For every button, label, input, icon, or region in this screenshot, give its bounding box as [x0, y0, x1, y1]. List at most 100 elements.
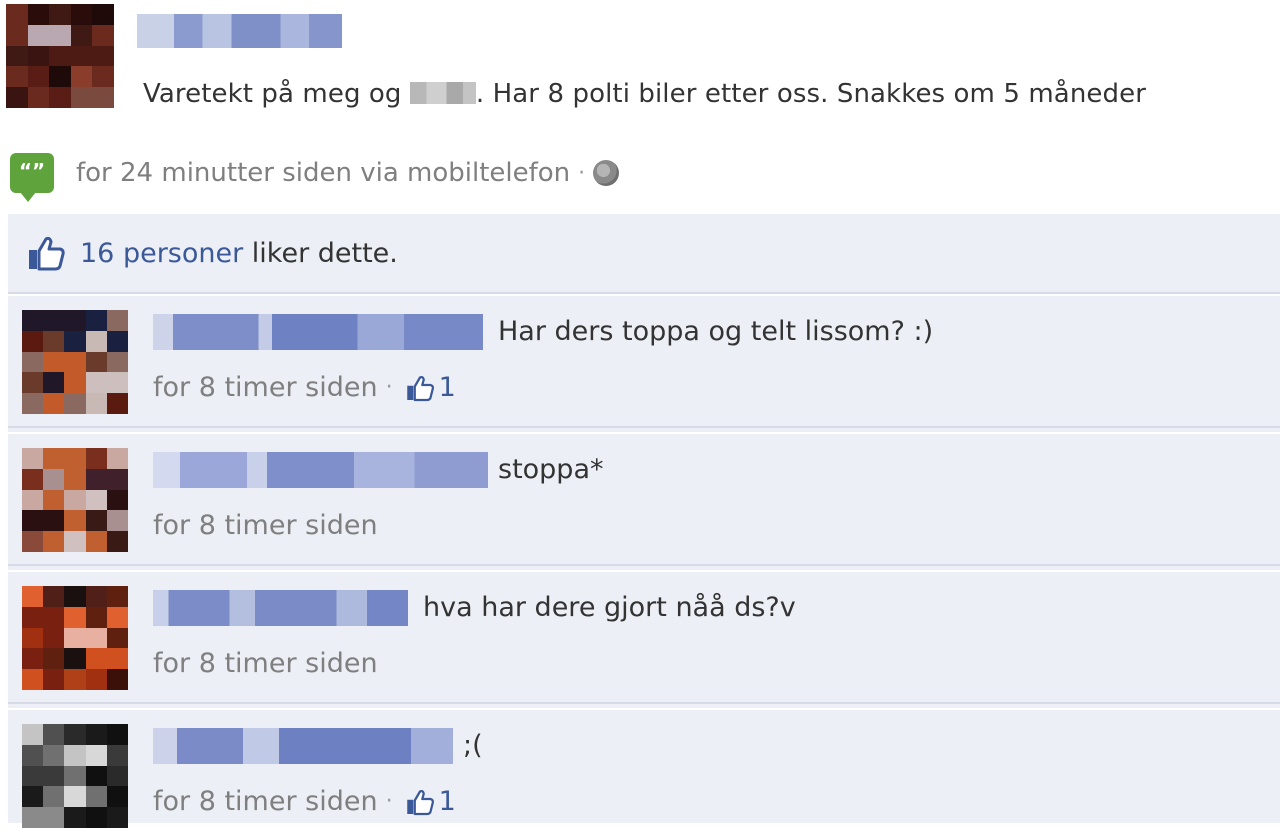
- avatar-pixel: [106, 765, 128, 787]
- avatar-pixel: [106, 786, 128, 808]
- avatar-pixel: [6, 24, 28, 46]
- avatar-pixel: [64, 489, 86, 511]
- avatar-pixel: [85, 531, 107, 552]
- tagged-name-blurred[interactable]: [409, 82, 476, 104]
- avatar-pixel: [43, 669, 65, 690]
- avatar-pixel: [22, 627, 44, 649]
- avatar-pixel: [43, 744, 65, 766]
- avatar-pixel: [43, 372, 65, 394]
- commenter-name-blurred[interactable]: [153, 452, 488, 488]
- avatar-pixel: [43, 489, 65, 511]
- avatar-pixel: [85, 627, 107, 649]
- avatar-pixel: [64, 531, 86, 552]
- author-name-blurred[interactable]: [137, 14, 342, 48]
- avatar-pixel: [70, 4, 93, 25]
- avatar-pixel: [106, 531, 128, 552]
- avatar-pixel: [43, 627, 65, 649]
- commenter-name-blurred[interactable]: [153, 590, 408, 626]
- post-message-start: Varetekt på meg og: [143, 79, 410, 109]
- avatar-pixel: [64, 310, 86, 331]
- avatar-pixel: [85, 510, 107, 532]
- comment: ;( for 8 timer siden · 1: [8, 708, 1280, 840]
- avatar-pixel: [106, 648, 128, 670]
- avatar-pixel: [64, 372, 86, 394]
- avatar-pixel: [43, 765, 65, 787]
- commenter-avatar[interactable]: [22, 448, 128, 552]
- comment-timestamp[interactable]: for 8 timer siden: [153, 368, 378, 408]
- avatar-pixel: [106, 606, 128, 628]
- avatar-pixel: [49, 45, 71, 67]
- avatar-pixel: [22, 393, 44, 414]
- comment-text: hva har dere gjort nåå ds?v: [423, 592, 796, 623]
- avatar-pixel: [43, 724, 65, 745]
- avatar-pixel: [64, 627, 86, 649]
- globe-icon: [593, 160, 620, 186]
- commenter-name-blurred[interactable]: [153, 314, 483, 350]
- avatar-pixel: [27, 24, 50, 46]
- avatar-pixel: [43, 393, 65, 414]
- avatar-pixel: [70, 24, 93, 46]
- avatar-pixel: [106, 744, 128, 766]
- avatar-pixel: [85, 330, 107, 352]
- comment-meta: for 8 timer siden: [153, 644, 378, 684]
- avatar-pixel: [43, 310, 65, 331]
- avatar-pixel: [85, 765, 107, 787]
- speech-bubble-icon: “”: [10, 153, 54, 202]
- avatar-pixel: [43, 468, 65, 490]
- avatar-pixel: [64, 765, 86, 787]
- comment-timestamp[interactable]: for 8 timer siden: [153, 506, 378, 546]
- avatar-pixel: [64, 606, 86, 628]
- comment-meta: for 8 timer siden · 1: [153, 368, 456, 408]
- avatar-pixel: [106, 468, 128, 490]
- comment-timestamp[interactable]: for 8 timer siden: [153, 644, 378, 684]
- avatar-pixel: [64, 393, 86, 414]
- avatar-pixel: [85, 372, 107, 394]
- avatar-pixel: [92, 24, 114, 46]
- avatar-pixel: [22, 330, 44, 352]
- comment: stoppa* for 8 timer siden: [8, 432, 1280, 566]
- avatar-pixel: [85, 744, 107, 766]
- avatar-pixel: [85, 586, 107, 607]
- avatar-pixel: [22, 744, 44, 766]
- meta-separator: ·: [385, 375, 393, 400]
- avatar-pixel: [27, 45, 50, 67]
- comment-like-count[interactable]: 1: [439, 368, 456, 408]
- avatar-pixel: [22, 807, 44, 828]
- avatar-pixel: [64, 724, 86, 745]
- avatar-pixel: [106, 489, 128, 511]
- post-message: Varetekt på meg og . Har 8 polti biler e…: [143, 74, 1146, 114]
- avatar-pixel: [106, 510, 128, 532]
- avatar-pixel: [106, 807, 128, 828]
- comment-like-count[interactable]: 1: [439, 782, 456, 822]
- thumbs-up-icon[interactable]: [405, 788, 435, 816]
- avatar-pixel: [6, 4, 28, 25]
- commenter-name-blurred[interactable]: [153, 728, 453, 764]
- author-avatar[interactable]: [6, 4, 114, 108]
- avatar-pixel: [70, 66, 93, 88]
- avatar-pixel: [22, 510, 44, 532]
- avatar-pixel: [64, 510, 86, 532]
- likes-rest: liker dette.: [243, 237, 398, 269]
- commenter-avatar[interactable]: [22, 586, 128, 690]
- avatar-pixel: [85, 807, 107, 828]
- comment-timestamp[interactable]: for 8 timer siden: [153, 782, 378, 822]
- avatar-pixel: [43, 330, 65, 352]
- likes-summary: 16 personer liker dette.: [8, 214, 1280, 294]
- post-message-end: . Har 8 polti biler etter oss. Snakkes o…: [475, 79, 1146, 109]
- meta-separator: ·: [578, 160, 586, 186]
- likes-people-link[interactable]: 16 personer: [80, 238, 243, 269]
- commenter-avatar[interactable]: [22, 310, 128, 414]
- avatar-pixel: [43, 448, 65, 469]
- avatar-pixel: [64, 669, 86, 690]
- avatar-pixel: [106, 448, 128, 469]
- comment: Har ders toppa og telt lissom? :) for 8 …: [8, 294, 1280, 428]
- comment-text: stoppa*: [498, 454, 604, 485]
- avatar-pixel: [22, 648, 44, 670]
- avatar-pixel: [85, 448, 107, 469]
- avatar-pixel: [43, 606, 65, 628]
- commenter-avatar[interactable]: [22, 724, 128, 828]
- thumbs-up-icon[interactable]: [405, 374, 435, 402]
- avatar-pixel: [92, 87, 114, 108]
- avatar-pixel: [85, 724, 107, 745]
- post-timestamp[interactable]: for 24 minutter siden via mobiltelefon: [76, 158, 570, 188]
